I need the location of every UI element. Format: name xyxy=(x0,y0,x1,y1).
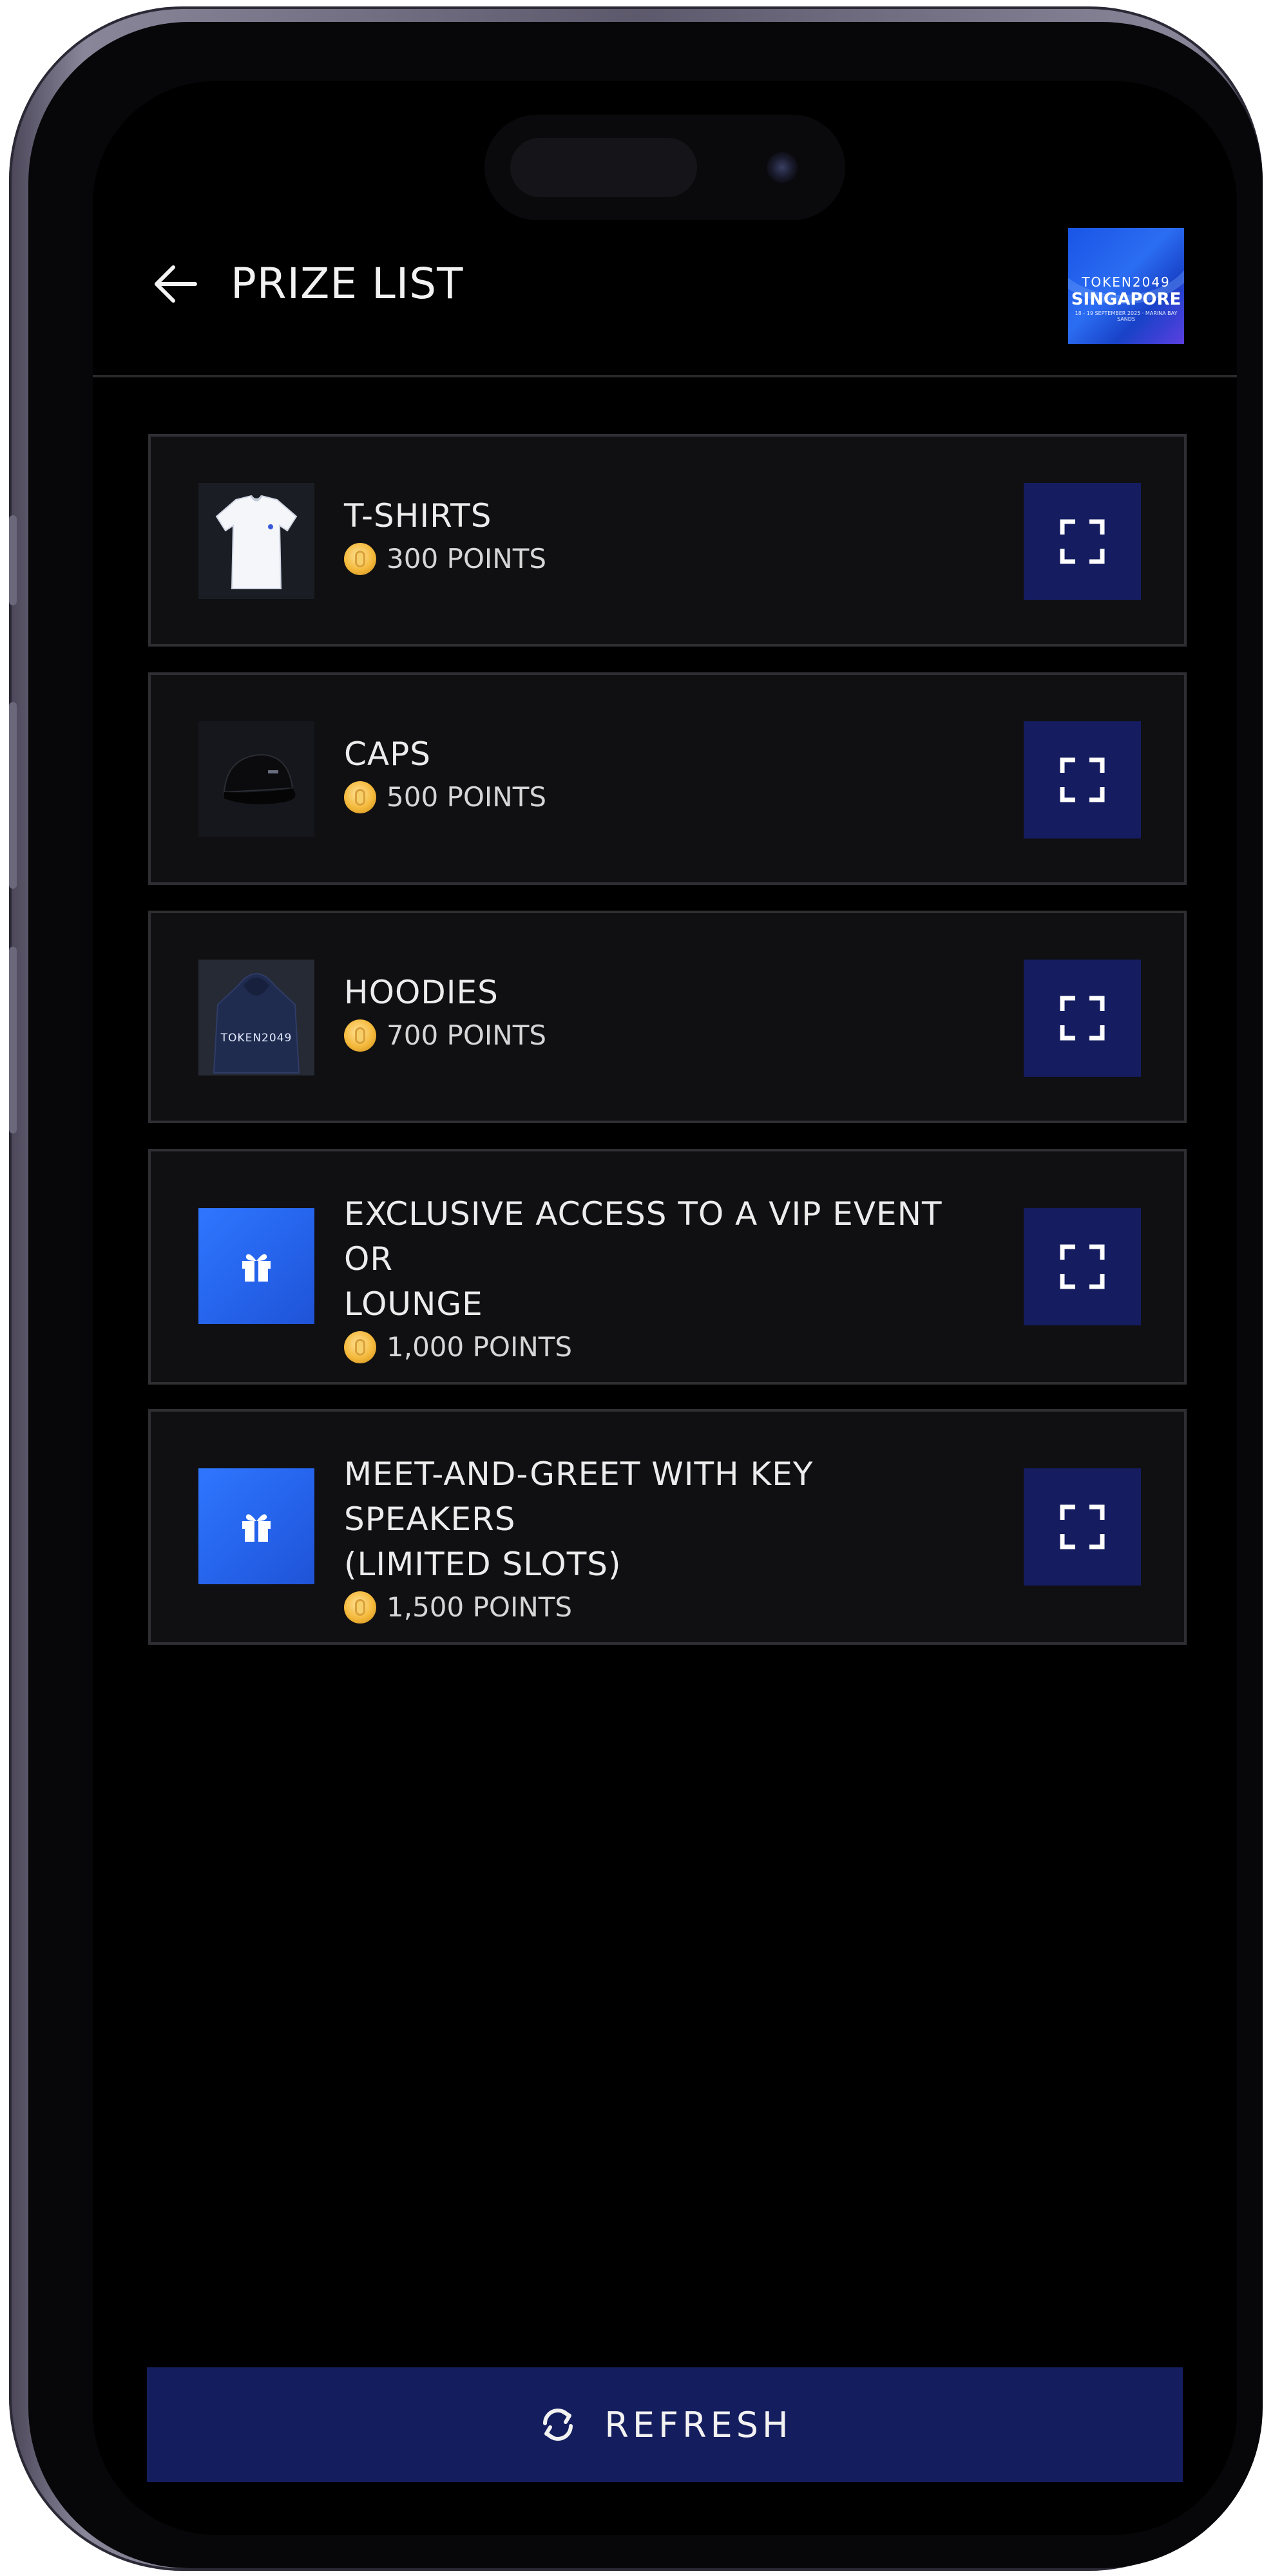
prize-points: 700 POINTS xyxy=(344,1019,988,1052)
logo-dates: 18 - 19 SEPTEMBER 2025 · MARINA BAY SAND… xyxy=(1075,310,1178,322)
scan-icon xyxy=(1060,757,1105,802)
points-label: 300 POINTS xyxy=(387,543,547,574)
prize-points: 300 POINTS xyxy=(344,542,988,576)
coin-icon xyxy=(344,543,376,575)
t-shirt-image xyxy=(198,483,314,599)
prize-card-t-shirts[interactable]: T-SHIRTS 300 POINTS xyxy=(148,434,1187,647)
coin-icon xyxy=(344,1331,376,1363)
coin-icon xyxy=(344,781,376,813)
scan-icon xyxy=(1060,1504,1105,1549)
prize-name: MEET-AND-GREET WITH KEY SPEAKERS (LIMITE… xyxy=(344,1455,814,1583)
arrow-left-icon xyxy=(155,265,197,303)
cap-image xyxy=(198,721,314,837)
scan-button[interactable] xyxy=(1024,1468,1141,1586)
gift-thumb xyxy=(198,1208,314,1324)
prize-info: CAPS 500 POINTS xyxy=(344,732,988,814)
event-logo: TOKEN2049 SINGAPORE 18 - 19 SEPTEMBER 20… xyxy=(1068,228,1184,344)
prize-info: EXCLUSIVE ACCESS TO A VIP EVENT OR LOUNG… xyxy=(344,1191,988,1364)
gift-thumb xyxy=(198,1468,314,1584)
logo-city: SINGAPORE xyxy=(1071,290,1182,309)
prize-name: HOODIES xyxy=(344,974,499,1011)
points-label: 1,000 POINTS xyxy=(387,1331,573,1363)
points-label: 700 POINTS xyxy=(387,1019,547,1051)
scan-icon xyxy=(1060,1244,1105,1289)
refresh-icon xyxy=(543,2409,573,2441)
hoodie-image: TOKEN2049 xyxy=(198,960,314,1075)
points-label: 1,500 POINTS xyxy=(387,1591,573,1623)
volume-down-button xyxy=(9,947,17,1133)
phone-bezel: PRIZE LIST TOKEN2049 SINGAPORE 18 - 19 S… xyxy=(28,22,1263,2568)
prize-points: 1,000 POINTS xyxy=(344,1331,988,1364)
prize-name: T-SHIRTS xyxy=(344,497,492,535)
gift-icon xyxy=(242,1254,271,1282)
refresh-label: REFRESH xyxy=(604,2404,792,2445)
refresh-button[interactable]: REFRESH xyxy=(147,2367,1183,2482)
app-screen: PRIZE LIST TOKEN2049 SINGAPORE 18 - 19 S… xyxy=(93,81,1237,2535)
coin-icon xyxy=(344,1019,376,1052)
prize-name: EXCLUSIVE ACCESS TO A VIP EVENT OR LOUNG… xyxy=(344,1195,943,1323)
scan-button[interactable] xyxy=(1024,960,1141,1077)
page-title: PRIZE LIST xyxy=(231,259,464,308)
prize-info: HOODIES 700 POINTS xyxy=(344,970,988,1052)
coin-icon xyxy=(344,1591,376,1624)
prize-points: 1,500 POINTS xyxy=(344,1591,988,1624)
action-button xyxy=(9,515,17,605)
header-bar: PRIZE LIST TOKEN2049 SINGAPORE 18 - 19 S… xyxy=(93,81,1237,377)
back-button[interactable] xyxy=(147,255,205,313)
prize-card-vip-access[interactable]: EXCLUSIVE ACCESS TO A VIP EVENT OR LOUNG… xyxy=(148,1149,1187,1385)
points-label: 500 POINTS xyxy=(387,781,547,813)
scan-icon xyxy=(1060,519,1105,564)
prize-card-hoodies[interactable]: TOKEN2049 HOODIES 700 POINTS xyxy=(148,911,1187,1123)
prize-name: CAPS xyxy=(344,735,432,773)
prize-info: MEET-AND-GREET WITH KEY SPEAKERS (LIMITE… xyxy=(344,1452,988,1624)
hoodie-print-text: TOKEN2049 xyxy=(220,1032,292,1045)
phone-frame: PRIZE LIST TOKEN2049 SINGAPORE 18 - 19 S… xyxy=(9,6,1263,2571)
prize-card-caps[interactable]: CAPS 500 POINTS xyxy=(148,672,1187,885)
logo-brand: TOKEN2049 xyxy=(1082,274,1171,290)
prize-card-meet-and-greet[interactable]: MEET-AND-GREET WITH KEY SPEAKERS (LIMITE… xyxy=(148,1409,1187,1645)
prize-points: 500 POINTS xyxy=(344,781,988,814)
volume-up-button xyxy=(9,702,17,889)
scan-button[interactable] xyxy=(1024,721,1141,838)
gift-icon xyxy=(242,1514,271,1542)
prize-info: T-SHIRTS 300 POINTS xyxy=(344,493,988,576)
scan-button[interactable] xyxy=(1024,1208,1141,1325)
scan-button[interactable] xyxy=(1024,483,1141,600)
scan-icon xyxy=(1060,996,1105,1041)
